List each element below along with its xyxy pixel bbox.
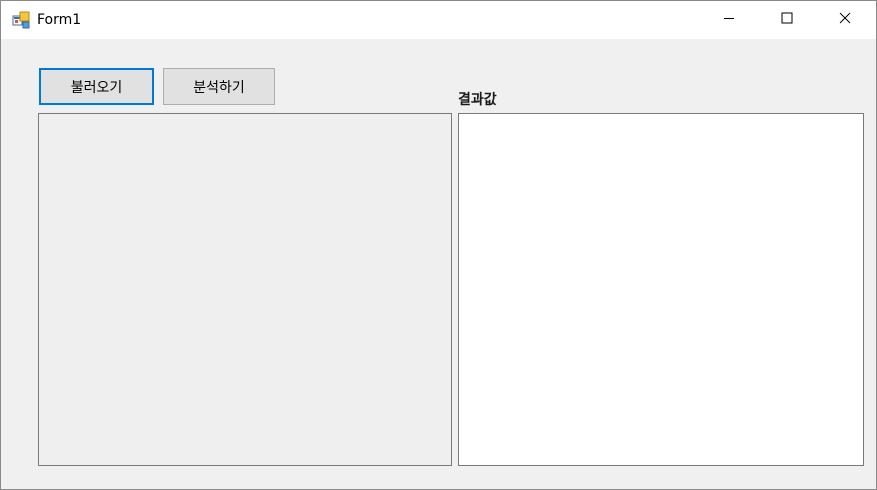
result-textbox[interactable] bbox=[458, 113, 864, 466]
analyze-button[interactable]: 분석하기 bbox=[163, 68, 275, 105]
app-icon bbox=[12, 11, 30, 29]
maximize-icon bbox=[781, 12, 793, 28]
minimize-icon bbox=[723, 12, 735, 28]
title-bar[interactable]: Form1 bbox=[1, 1, 876, 39]
load-button[interactable]: 불러오기 bbox=[39, 68, 154, 105]
minimize-button[interactable] bbox=[700, 1, 758, 39]
form-window: Form1 불러오기 분석하기 결과값 bbox=[0, 0, 877, 490]
image-preview-panel bbox=[38, 113, 452, 466]
result-label: 결과값 bbox=[458, 92, 497, 108]
window-title: Form1 bbox=[37, 12, 82, 28]
close-icon bbox=[839, 12, 851, 28]
maximize-button[interactable] bbox=[758, 1, 816, 39]
close-button[interactable] bbox=[816, 1, 874, 39]
